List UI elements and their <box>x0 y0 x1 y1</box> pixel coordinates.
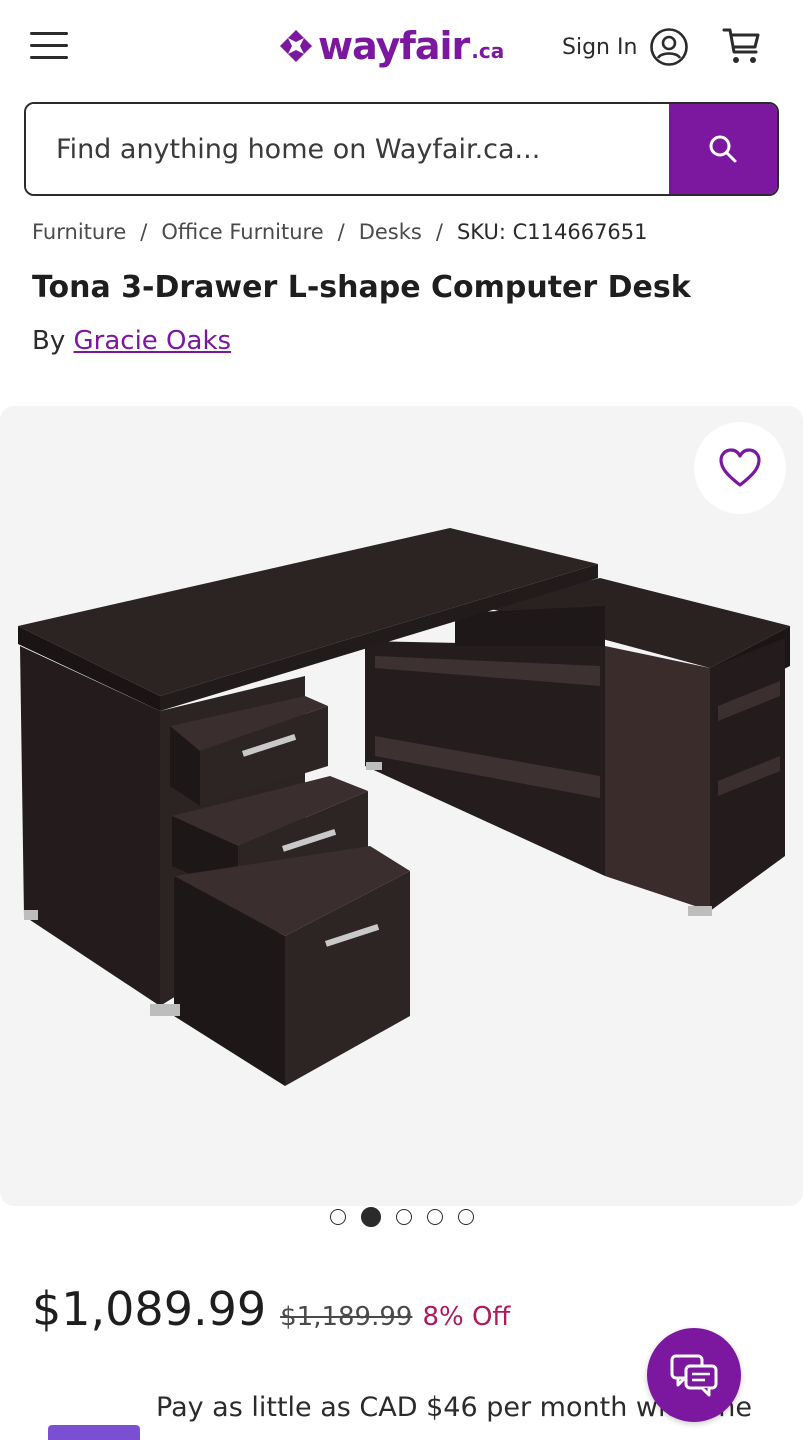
current-price: $1,089.99 <box>32 1282 267 1336</box>
discount-badge: 8% Off <box>422 1302 511 1332</box>
breadcrumb: Furniture / Office Furniture / Desks / S… <box>32 220 648 244</box>
breadcrumb-sku: SKU: C114667651 <box>456 220 648 244</box>
chat-icon <box>670 1354 718 1397</box>
logo-text: wayfair <box>318 24 470 68</box>
chat-button[interactable] <box>647 1328 741 1422</box>
wayfair-logo[interactable]: wayfair .ca <box>278 18 504 74</box>
financing-logo <box>48 1425 140 1440</box>
header: wayfair .ca Sign In <box>0 0 803 96</box>
menu-line <box>30 44 68 47</box>
menu-line <box>30 56 68 59</box>
gallery-dot-5[interactable] <box>458 1209 474 1225</box>
wayfair-logo-mark-icon <box>280 30 312 62</box>
heart-icon <box>719 448 761 487</box>
breadcrumb-office-furniture[interactable]: Office Furniture <box>161 220 323 244</box>
breadcrumb-separator: / <box>337 220 345 244</box>
product-byline: By Gracie Oaks <box>32 326 231 356</box>
product-title: Tona 3-Drawer L-shape Computer Desk <box>32 270 691 305</box>
search-bar <box>24 102 779 196</box>
menu-line <box>30 32 68 35</box>
hamburger-menu-icon[interactable] <box>28 30 70 62</box>
search-input[interactable] <box>26 104 669 194</box>
product-image <box>18 528 790 1086</box>
gallery-dot-3[interactable] <box>396 1209 412 1225</box>
byline-prefix: By <box>32 326 66 356</box>
search-icon <box>709 135 737 163</box>
gallery-pagination <box>330 1206 489 1228</box>
search-button[interactable] <box>669 104 777 194</box>
favorite-button[interactable] <box>694 422 786 514</box>
price-row: $1,089.99 $1,189.99 8% Off <box>32 1282 510 1336</box>
sign-in-label: Sign In <box>562 34 638 60</box>
cart-icon <box>722 28 760 63</box>
cart-button[interactable] <box>720 24 764 68</box>
breadcrumb-separator: / <box>140 220 148 244</box>
gallery-dot-1[interactable] <box>330 1209 346 1225</box>
breadcrumb-furniture[interactable]: Furniture <box>32 220 126 244</box>
original-price: $1,189.99 <box>280 1302 413 1332</box>
account-circle-icon <box>650 28 689 66</box>
gallery-dot-4[interactable] <box>427 1209 443 1225</box>
breadcrumb-desks[interactable]: Desks <box>359 220 422 244</box>
product-image-gallery[interactable] <box>0 406 803 1206</box>
sign-in-button[interactable]: Sign In <box>562 26 689 68</box>
gallery-dot-2-active[interactable] <box>361 1207 381 1227</box>
breadcrumb-separator: / <box>435 220 443 244</box>
brand-link[interactable]: Gracie Oaks <box>74 326 232 356</box>
logo-suffix: .ca <box>471 39 505 63</box>
